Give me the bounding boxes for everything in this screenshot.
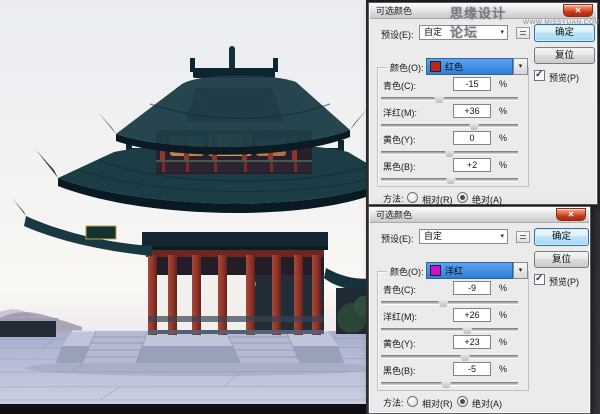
channel-slider[interactable] [381,94,518,103]
preset-menu-icon[interactable] [516,27,530,39]
selective-color-dialog-red: 可选颜色 ✕ 预设(E): 自定 ▾ 确定 复位 预览(P) 颜色(O): 红色… [368,2,598,205]
reset-button[interactable]: 复位 [534,47,595,64]
channel-label: 洋红(M): [383,310,417,323]
reset-button[interactable]: 复位 [534,251,589,268]
channel-slider[interactable] [381,352,518,361]
percent-label: % [499,310,507,320]
absolute-label: 绝对(A) [472,193,502,206]
channel-value-field[interactable]: +26 [453,308,491,322]
slider-thumb[interactable] [446,175,456,184]
color-label: 颜色(O): [387,265,427,278]
percent-label: % [499,160,507,170]
channel-row-yellow: 黄色(Y): 0 % [369,131,597,157]
channel-label: 黄色(Y): [383,337,416,350]
chevron-down-icon: ▾ [500,230,504,243]
preset-menu-icon[interactable] [516,231,530,243]
relative-radio[interactable] [407,396,418,407]
color-label: 颜色(O): [387,61,427,74]
relative-label: 相对(R) [422,397,453,410]
channel-value-field[interactable]: +23 [453,335,491,349]
method-row: 方法: 相对(R) 绝对(A) [369,394,590,410]
relative-radio[interactable] [407,192,418,203]
percent-label: % [499,283,507,293]
chevron-down-icon[interactable]: ▾ [513,262,528,279]
method-label: 方法: [383,192,404,205]
channel-row-black: 黑色(B): +2 % [369,158,597,184]
slider-thumb[interactable] [441,379,451,388]
percent-label: % [499,106,507,116]
channel-label: 黑色(B): [383,364,416,377]
preset-value: 自定 [424,230,442,243]
slider-thumb[interactable] [438,298,448,307]
chevron-down-icon: ▾ [500,26,504,39]
color-value: 红色 [445,60,463,73]
channel-row-black: 黑色(B): -5 % [369,362,590,388]
slider-thumb[interactable] [434,94,444,103]
selective-color-dialog-magenta: 可选颜色 ✕ 预设(E): 自定 ▾ 确定 复位 预览(P) 颜色(O): 洋红… [368,206,591,414]
color-swatch [430,61,441,72]
absolute-label: 绝对(A) [472,397,502,410]
channel-row-magenta: 洋红(M): +36 % [369,104,597,130]
channel-label: 黄色(Y): [383,133,416,146]
color-swatch [430,265,441,276]
channel-row-yellow: 黄色(Y): +23 % [369,335,590,361]
slider-thumb[interactable] [460,352,470,361]
color-dropdown[interactable]: 红色 [426,58,513,75]
preset-label: 预设(E): [381,28,414,41]
channel-slider[interactable] [381,121,518,130]
close-icon[interactable]: ✕ [563,4,593,17]
channel-label: 黑色(B): [383,160,416,173]
channel-label: 洋红(M): [383,106,417,119]
ok-button[interactable]: 确定 [534,24,595,42]
channel-value-field[interactable]: -5 [453,362,491,376]
absolute-radio[interactable] [457,192,468,203]
screenshot-stage: 可选颜色 ✕ 预设(E): 自定 ▾ 确定 复位 预览(P) 颜色(O): 红色… [0,0,600,414]
channel-row-cyan: 青色(C): -15 % [369,77,597,103]
close-icon[interactable]: ✕ [556,208,586,221]
absolute-radio[interactable] [457,396,468,407]
preset-dropdown[interactable]: 自定 ▾ [419,229,508,244]
channel-value-field[interactable]: 0 [453,131,491,145]
method-label: 方法: [383,396,404,409]
channel-slider[interactable] [381,379,518,388]
channel-label: 青色(C): [383,79,416,92]
channel-row-cyan: 青色(C): -9 % [369,281,590,307]
channel-value-field[interactable]: +2 [453,158,491,172]
percent-label: % [499,337,507,347]
channel-value-field[interactable]: -15 [453,77,491,91]
percent-label: % [499,79,507,89]
method-row: 方法: 相对(R) 绝对(A) [369,190,597,206]
channel-slider[interactable] [381,148,518,157]
channel-slider[interactable] [381,325,518,334]
channel-row-magenta: 洋红(M): +26 % [369,308,590,334]
percent-label: % [499,364,507,374]
color-dropdown[interactable]: 洋红 [426,262,513,279]
channel-value-field[interactable]: -9 [453,281,491,295]
slider-thumb[interactable] [469,121,479,130]
percent-label: % [499,133,507,143]
slider-thumb[interactable] [445,148,455,157]
channel-slider[interactable] [381,298,518,307]
channel-label: 青色(C): [383,283,416,296]
relative-label: 相对(R) [422,193,453,206]
color-value: 洋红 [445,264,463,277]
slider-thumb[interactable] [462,325,472,334]
preset-dropdown[interactable]: 自定 ▾ [419,25,508,40]
preset-label: 预设(E): [381,232,414,245]
ok-button[interactable]: 确定 [534,228,589,246]
channel-slider[interactable] [381,175,518,184]
channel-value-field[interactable]: +36 [453,104,491,118]
chevron-down-icon[interactable]: ▾ [513,58,528,75]
preset-value: 自定 [424,26,442,39]
